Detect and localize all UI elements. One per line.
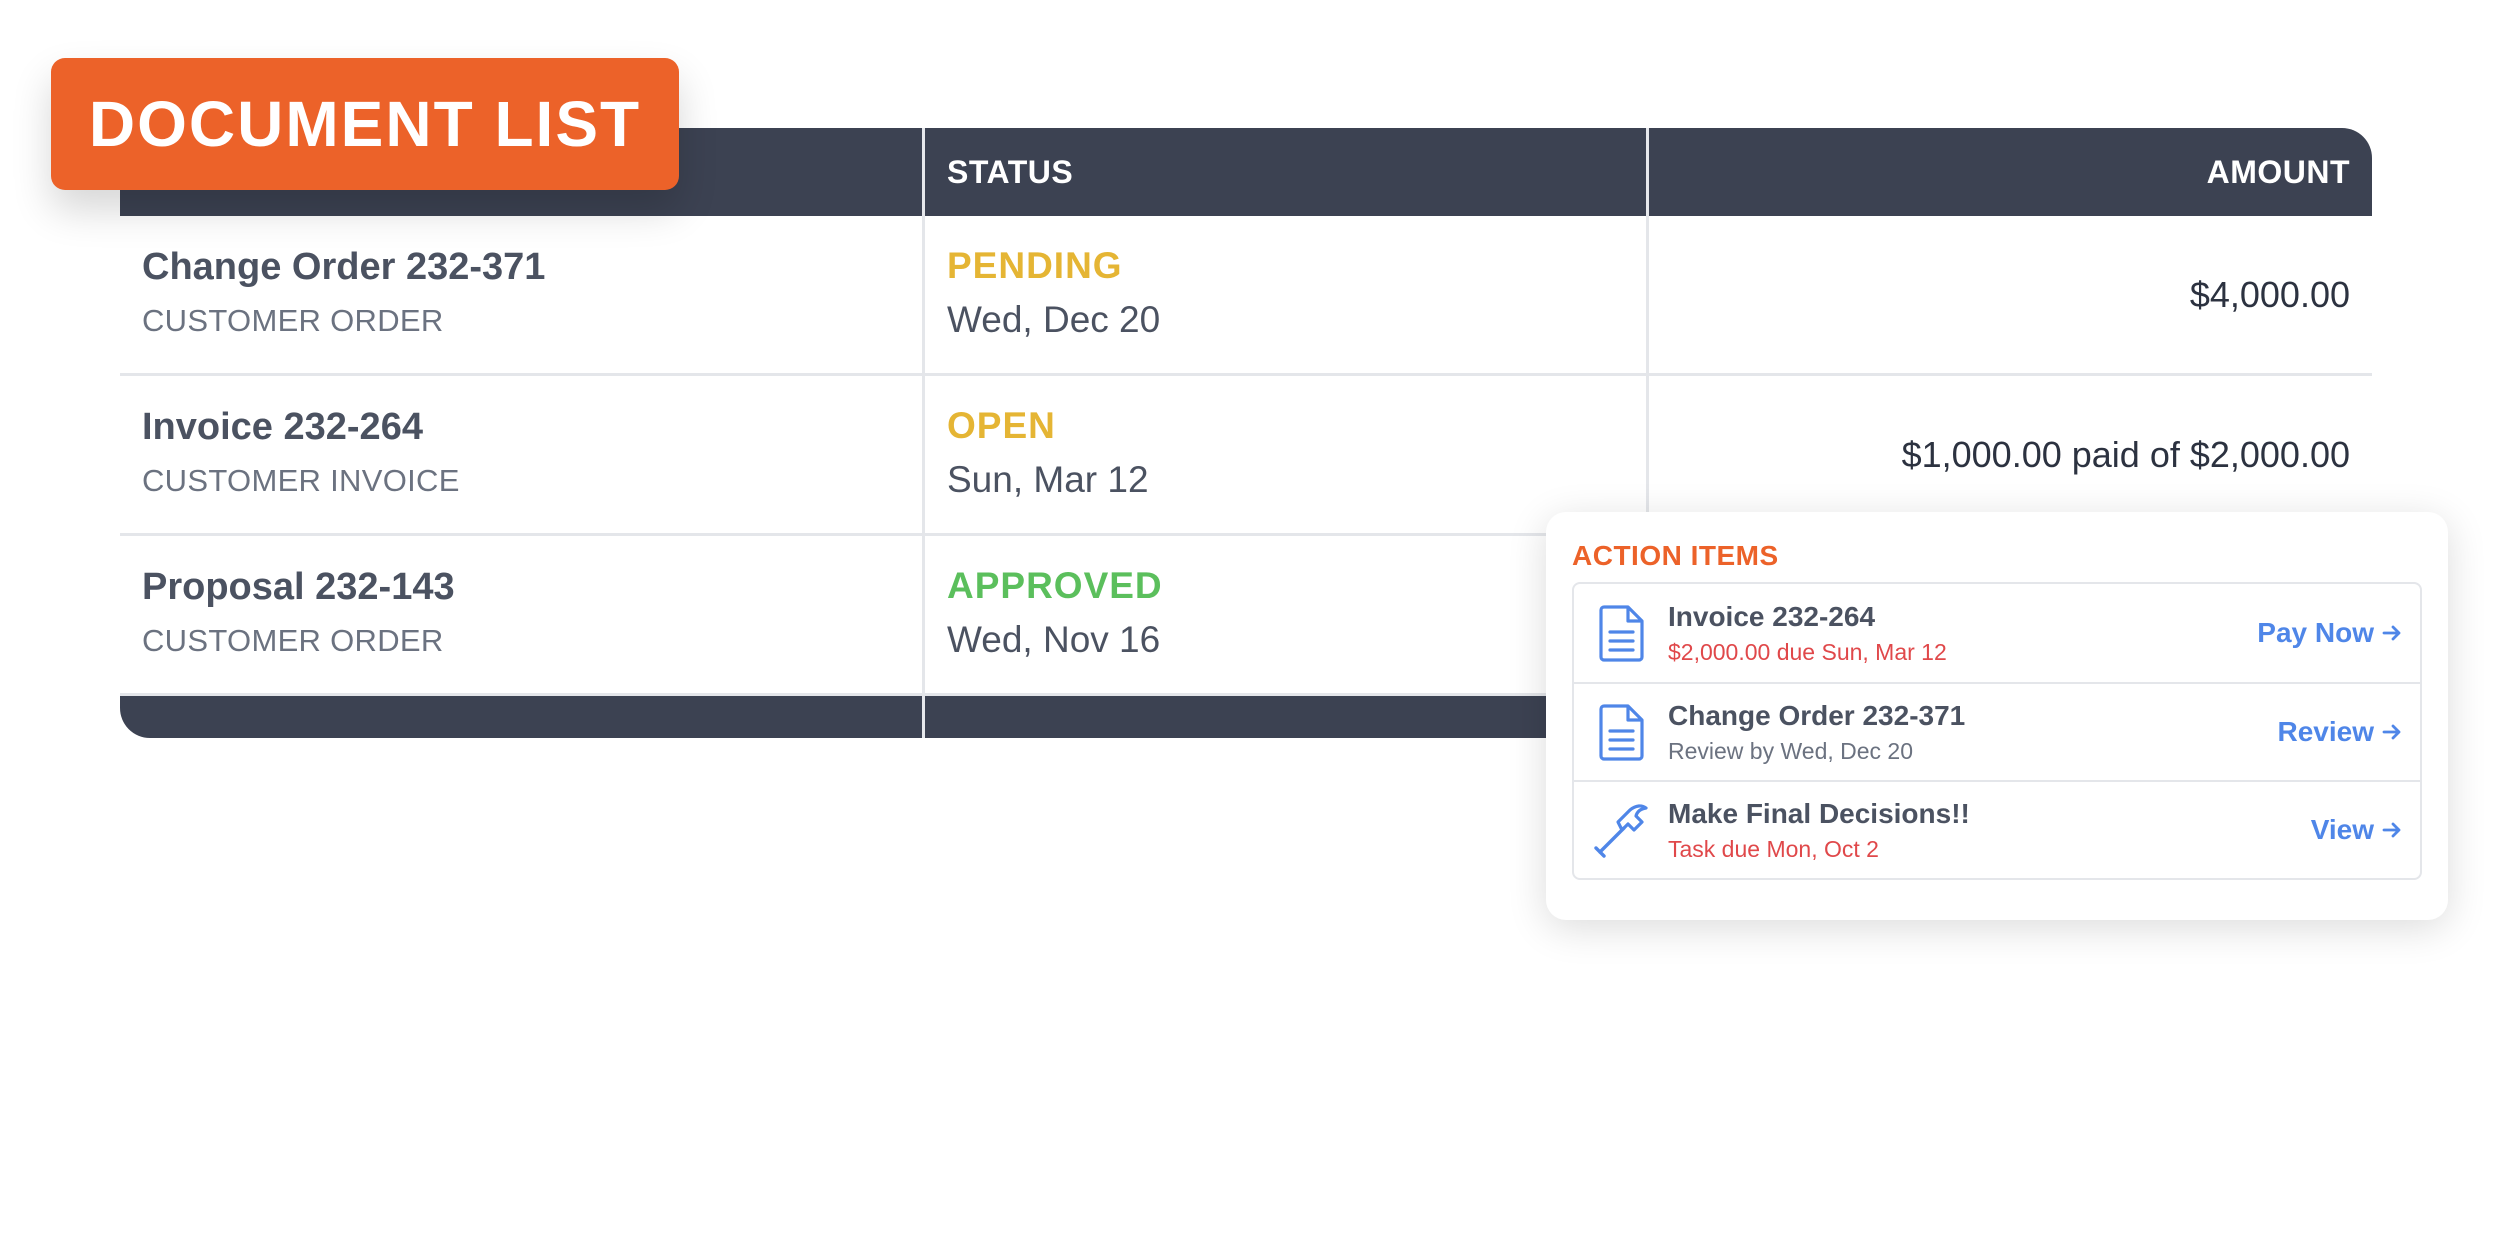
amount-cell: $1,000.00 paid of $2,000.00: [1646, 376, 2372, 533]
document-cell: Proposal 232-143 CUSTOMER ORDER: [120, 536, 922, 693]
status-cell: APPROVED Wed, Nov 16: [922, 536, 1646, 693]
document-title[interactable]: Change Order 232-371: [142, 246, 900, 289]
item-subtitle: Review by Wed, Dec 20: [1668, 737, 1914, 764]
action-label: Review: [2277, 716, 2375, 747]
status-date: Sun, Mar 12: [947, 458, 1149, 500]
view-button[interactable]: View: [2311, 814, 2402, 846]
status-cell: PENDING Wed, Dec 20: [922, 216, 1646, 373]
document-icon: [1594, 700, 1650, 764]
action-label: Pay Now: [2257, 617, 2374, 648]
status-badge: PENDING: [947, 244, 1123, 286]
action-items-title: ACTION ITEMS: [1572, 540, 1779, 571]
arrow-right-icon: [2382, 724, 2401, 740]
status-date: Wed, Nov 16: [947, 618, 1161, 660]
arrow-right-icon: [2382, 822, 2401, 838]
amount-value: $4,000.00: [2189, 273, 2350, 315]
column-header-amount: AMOUNT: [1646, 128, 2372, 216]
hammer-icon: [1594, 798, 1650, 862]
list-item[interactable]: Make Final Decisions!! Task due Mon, Oct…: [1574, 780, 2420, 878]
item-text: Invoice 232-264 $2,000.00 due Sun, Mar 1…: [1668, 601, 2257, 666]
document-cell: Change Order 232-371 CUSTOMER ORDER: [120, 216, 922, 373]
document-title[interactable]: Invoice 232-264: [142, 406, 900, 449]
pay-now-button[interactable]: Pay Now: [2257, 617, 2402, 649]
item-title: Change Order 232-371: [1668, 699, 1966, 731]
status-date: Wed, Dec 20: [947, 298, 1161, 340]
item-title: Invoice 232-264: [1668, 600, 1876, 632]
status-badge: OPEN: [947, 404, 1056, 446]
amount-value: $1,000.00 paid of $2,000.00: [1901, 433, 2350, 475]
document-title[interactable]: Proposal 232-143: [142, 566, 900, 609]
list-item[interactable]: Change Order 232-371 Review by Wed, Dec …: [1574, 682, 2420, 780]
list-item[interactable]: Invoice 232-264 $2,000.00 due Sun, Mar 1…: [1574, 584, 2420, 682]
document-type: CUSTOMER INVOICE: [142, 463, 460, 498]
document-icon: [1594, 601, 1650, 665]
item-subtitle: $2,000.00 due Sun, Mar 12: [1668, 638, 1947, 665]
document-type: CUSTOMER ORDER: [142, 303, 444, 338]
action-items-list: Invoice 232-264 $2,000.00 due Sun, Mar 1…: [1572, 582, 2422, 880]
table-row[interactable]: Change Order 232-371 CUSTOMER ORDER PEND…: [120, 216, 2372, 376]
action-label: View: [2310, 814, 2374, 845]
status-badge: APPROVED: [947, 564, 1163, 606]
document-list-badge: DOCUMENT LIST: [51, 58, 679, 190]
item-text: Change Order 232-371 Review by Wed, Dec …: [1668, 700, 2278, 765]
arrow-right-icon: [2382, 625, 2401, 641]
item-title: Make Final Decisions!!: [1668, 797, 1970, 829]
review-button[interactable]: Review: [2278, 716, 2403, 748]
item-text: Make Final Decisions!! Task due Mon, Oct…: [1668, 798, 2311, 863]
item-subtitle: Task due Mon, Oct 2: [1668, 835, 1879, 862]
document-type: CUSTOMER ORDER: [142, 623, 444, 658]
column-header-status: STATUS: [922, 128, 1646, 216]
document-cell: Invoice 232-264 CUSTOMER INVOICE: [120, 376, 922, 533]
amount-cell: $4,000.00: [1646, 216, 2372, 373]
status-cell: OPEN Sun, Mar 12: [922, 376, 1646, 533]
action-items-card: ACTION ITEMS Invoice 232-264 $2,000.00 d…: [1546, 512, 2448, 920]
